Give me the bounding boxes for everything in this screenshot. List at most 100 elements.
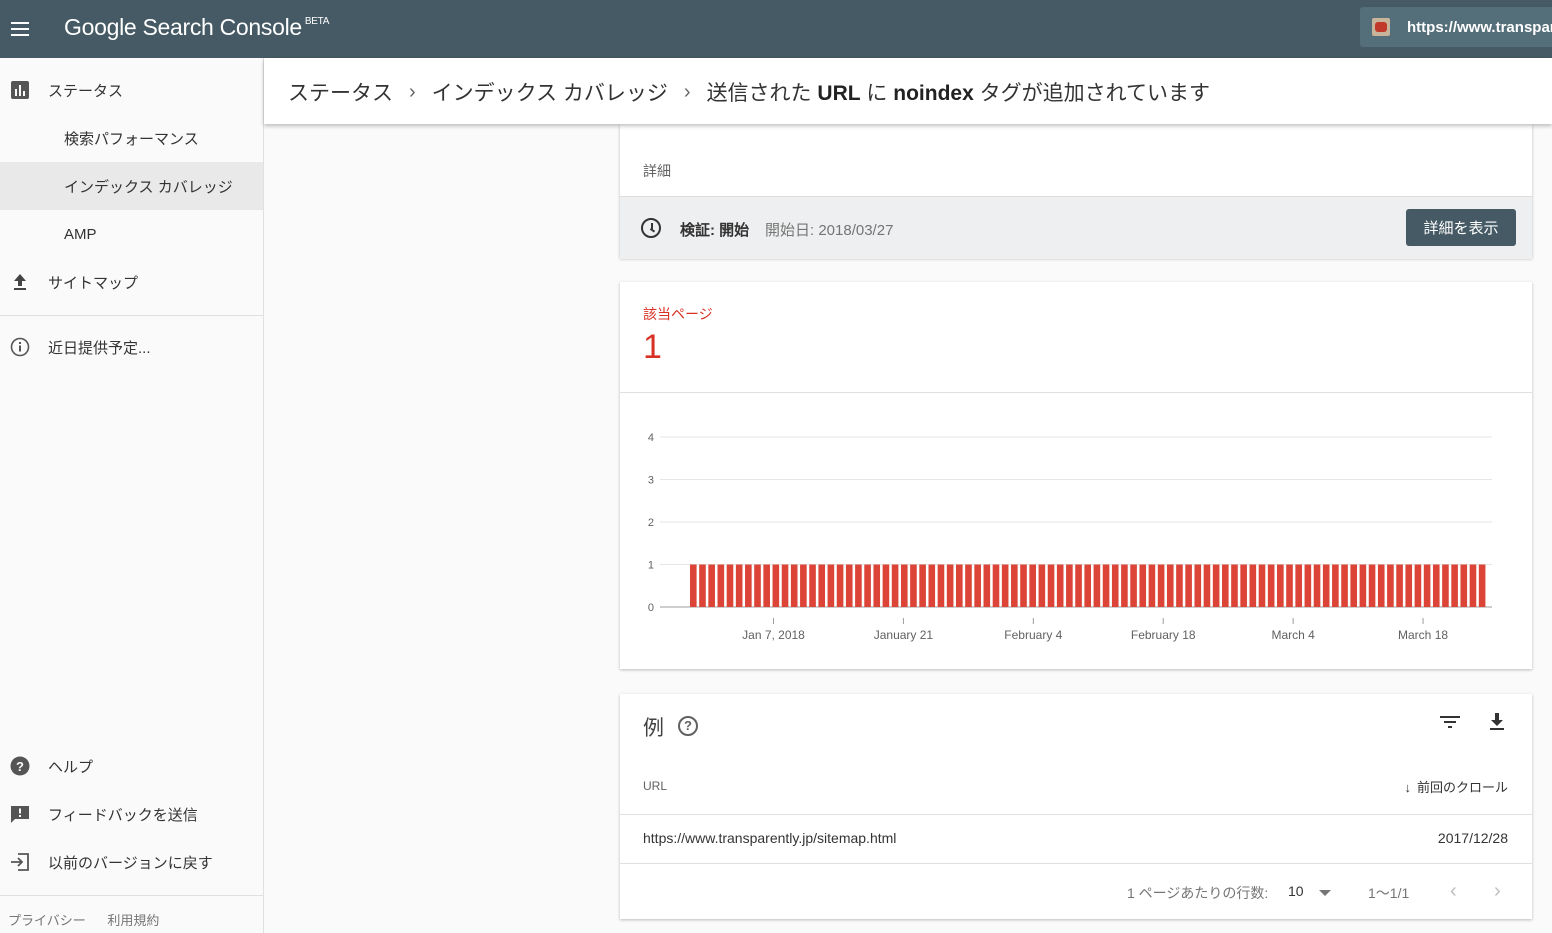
x-tick-label: Jan 7, 2018	[742, 628, 805, 642]
page-header: ステータス › インデックス カバレッジ › 送信された URL に noind…	[264, 58, 1552, 124]
sidebar-footer: プライバシー 利用規約	[8, 910, 177, 929]
sidebar-item-label: 以前のバージョンに戻す	[48, 854, 213, 872]
chart-bar	[937, 564, 945, 607]
chart-bar	[781, 564, 789, 607]
chart-bar	[1432, 564, 1440, 607]
chart-bar	[928, 564, 936, 607]
chart-bar	[1194, 564, 1202, 607]
chart-bar	[763, 564, 770, 607]
chart-bar	[1093, 564, 1101, 607]
chevron-right-icon: ›	[683, 80, 691, 103]
chart-bar	[745, 564, 752, 607]
chart-bar	[1387, 564, 1394, 607]
chart-bar	[992, 564, 1000, 607]
help-icon[interactable]: ?	[678, 716, 698, 736]
menu-icon[interactable]	[0, 0, 40, 58]
column-header-url[interactable]: URL	[643, 779, 667, 793]
next-page-button[interactable]: ›	[1494, 880, 1501, 903]
sidebar-item-label: 検索パフォーマンス	[64, 130, 199, 148]
chart-bar	[900, 564, 908, 607]
feedback-icon	[11, 806, 29, 823]
chart-bar	[1277, 564, 1284, 607]
see-details-button[interactable]: 詳細を表示	[1406, 209, 1516, 246]
chart-bar	[1469, 564, 1477, 607]
sidebar-item-label: フィードバックを送信	[48, 806, 198, 824]
previous-page-button[interactable]: ‹	[1450, 880, 1457, 903]
clock-icon	[641, 218, 661, 238]
chart-bar	[800, 564, 807, 607]
filter-icon[interactable]	[1440, 714, 1460, 730]
x-tick-label: February 4	[1004, 628, 1062, 642]
help-icon: ?	[10, 756, 30, 776]
sidebar-divider	[0, 895, 263, 896]
privacy-link[interactable]: プライバシー	[8, 913, 86, 928]
chart-bar	[1011, 564, 1018, 607]
chart-bar	[983, 564, 991, 607]
sidebar: ステータス 検索パフォーマンス インデックス カバレッジ AMP サイトマップ …	[0, 58, 264, 933]
chart-bar	[1451, 564, 1458, 607]
dropdown-arrow-icon[interactable]	[1319, 890, 1331, 896]
y-tick-label: 1	[648, 560, 654, 572]
chevron-right-icon: ›	[409, 80, 416, 103]
sidebar-item-coming-soon[interactable]: 近日提供予定...	[0, 323, 263, 371]
examples-title: 例	[643, 717, 664, 740]
validation-start-date: 開始日: 2018/03/27	[765, 222, 894, 239]
sidebar-item-amp[interactable]: AMP	[0, 210, 263, 258]
chart-bar	[855, 564, 862, 607]
terms-link[interactable]: 利用規約	[107, 913, 159, 928]
sidebar-item-performance[interactable]: 検索パフォーマンス	[0, 114, 263, 162]
chart-bar	[1359, 564, 1367, 607]
chart-bar	[818, 564, 826, 607]
affected-pages-card: 該当ページ 1 0 1 2 3 4 Jan 7, 2018 January 21 Februa…	[620, 282, 1532, 669]
table-divider	[620, 814, 1532, 815]
chart-bar	[845, 564, 853, 607]
rows-per-page-select[interactable]: 10	[1288, 883, 1304, 899]
exit-icon	[11, 853, 29, 871]
sidebar-item-previous-version[interactable]: 以前のバージョンに戻す	[0, 838, 263, 886]
sidebar-item-sitemaps[interactable]: サイトマップ	[0, 258, 263, 306]
column-header-last-crawl[interactable]: ↓ 前回のクロール	[1404, 777, 1508, 796]
chart-bar	[1056, 564, 1064, 607]
sidebar-item-feedback[interactable]: フィードバックを送信	[0, 790, 263, 838]
property-selector[interactable]: https://www.transpare	[1360, 7, 1552, 47]
bar-chart-icon	[11, 81, 29, 99]
chart-bar	[1212, 564, 1220, 607]
app-logo[interactable]: Google Search Console BETA	[64, 14, 329, 41]
chart-bar	[1414, 564, 1422, 607]
sidebar-item-label: サイトマップ	[48, 274, 139, 292]
chart-bar	[1203, 564, 1211, 607]
sidebar-item-help[interactable]: ? ヘルプ	[0, 742, 263, 790]
arrow-down-icon: ↓	[1404, 780, 1411, 795]
sidebar-item-label: ヘルプ	[48, 758, 94, 776]
pagination-range: 1〜1/1	[1368, 885, 1410, 901]
x-tick-label: March 4	[1271, 628, 1315, 642]
download-icon[interactable]	[1488, 712, 1506, 732]
chart-bar	[1460, 564, 1468, 607]
chart-bar	[910, 564, 917, 607]
chart-bar	[1286, 564, 1293, 607]
chart-bar	[1313, 564, 1321, 607]
chart-bar	[690, 564, 697, 607]
y-tick-label: 3	[648, 475, 654, 487]
sidebar-item-label: インデックス カバレッジ	[64, 178, 233, 196]
breadcrumb-index-coverage[interactable]: インデックス カバレッジ	[432, 77, 668, 107]
breadcrumb: ステータス › インデックス カバレッジ › 送信された URL に noind…	[288, 77, 1210, 107]
pages-bar-chart: 0 1 2 3 4 Jan 7, 2018 January 21 February 4 Febr…	[648, 432, 1492, 642]
sidebar-item-status[interactable]: ステータス	[0, 66, 263, 114]
chart-bar	[1396, 564, 1403, 607]
details-card: 詳細 検証: 開始 開始日: 2018/03/27 詳細を表示	[620, 124, 1532, 259]
chart-bar	[772, 564, 780, 607]
app-title: Google Search Console	[64, 14, 302, 40]
x-tick-label: February 18	[1131, 628, 1196, 642]
breadcrumb-status[interactable]: ステータス	[288, 77, 393, 107]
sidebar-item-index-coverage[interactable]: インデックス カバレッジ	[0, 162, 263, 210]
chart-bar	[1304, 564, 1312, 607]
url-cell[interactable]: https://www.transparently.jp/sitemap.htm…	[643, 830, 896, 846]
affected-pages-count: 1	[643, 328, 662, 366]
chart-bar	[1240, 564, 1247, 607]
chart-bar	[836, 564, 844, 607]
chart-bar	[1267, 564, 1275, 607]
beta-badge: BETA	[304, 16, 330, 27]
chart-bar	[1341, 564, 1348, 607]
chart-bar	[1166, 564, 1174, 607]
